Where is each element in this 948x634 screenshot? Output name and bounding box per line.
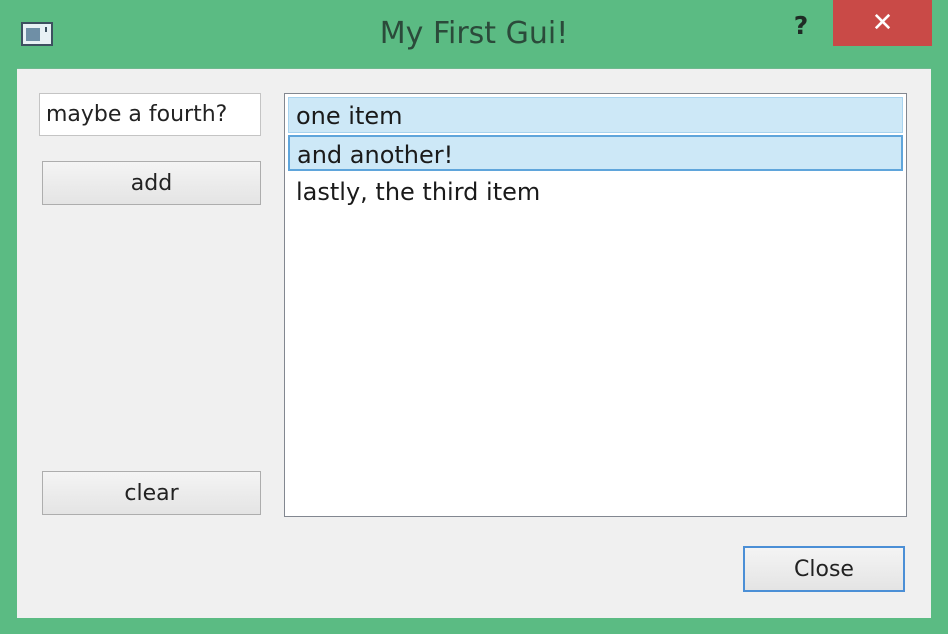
close-button[interactable]: Close (743, 546, 905, 592)
window-close-button[interactable]: ✕ (833, 0, 932, 46)
help-button[interactable]: ? (784, 8, 818, 44)
item-list[interactable]: one item and another! lastly, the third … (284, 93, 907, 517)
item-input-field[interactable] (39, 93, 261, 136)
list-item[interactable]: one item (288, 97, 903, 133)
title-bar[interactable]: My First Gui! ? ✕ (0, 0, 948, 68)
clear-button[interactable]: clear (42, 471, 261, 515)
list-item[interactable]: and another! (288, 135, 903, 171)
dialog-body: add clear one item and another! lastly, … (17, 68, 931, 618)
main-window: My First Gui! ? ✕ add clear one item and… (0, 0, 948, 634)
add-button[interactable]: add (42, 161, 261, 205)
list-item[interactable]: lastly, the third item (288, 173, 903, 209)
